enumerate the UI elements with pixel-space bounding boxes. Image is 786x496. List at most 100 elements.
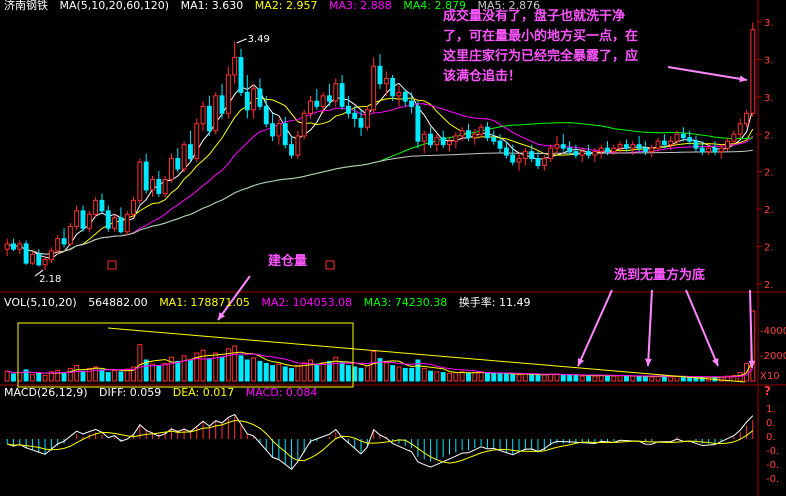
volume-bar	[118, 371, 124, 382]
volume-bar	[541, 374, 547, 382]
volume-bar	[270, 365, 276, 382]
volume-bar	[459, 371, 465, 382]
candle-body	[55, 238, 61, 252]
volume-bar	[466, 372, 471, 382]
volume-bar	[617, 374, 623, 382]
volume-bar	[320, 362, 326, 382]
volume-bar	[251, 357, 257, 382]
volume-bar	[605, 374, 610, 382]
candle-body	[510, 154, 516, 163]
price-ma-label: MA(5,10,20,60,120)	[59, 0, 170, 12]
volume-bar	[29, 374, 35, 382]
candle-body	[282, 123, 288, 146]
volume-bar	[668, 376, 674, 382]
volume-bar	[238, 355, 244, 382]
top-note-line: 成交量没有了，盘子也就洗干净	[443, 9, 626, 24]
candle-body	[560, 144, 566, 149]
candle-body	[516, 158, 522, 163]
candle-body	[503, 147, 509, 156]
candle-body	[48, 250, 54, 261]
candle-body	[592, 151, 598, 156]
candle-body	[459, 130, 465, 137]
volume-header: VOL(5,10,20) 564882.00 MA1: 178871.05 MA…	[4, 294, 539, 310]
vol-ma3: MA3: 74230.38	[363, 296, 448, 309]
volume-bar	[453, 372, 459, 382]
volume-bar	[86, 367, 92, 382]
macd-diff: DIFF: 0.059	[99, 386, 162, 399]
price-tick-label: 3.	[764, 18, 774, 29]
candle-body	[383, 77, 389, 85]
volume-bar	[447, 372, 452, 382]
volume-bar	[150, 363, 155, 382]
candle-body	[206, 105, 212, 132]
volume-tick-label: -4000	[760, 326, 786, 337]
candle-body	[497, 140, 503, 149]
volume-bar	[623, 375, 629, 382]
candle-body	[289, 144, 294, 156]
candle-body	[137, 161, 143, 201]
candle-body	[409, 100, 415, 107]
candle-body	[541, 158, 547, 167]
candle-body	[668, 140, 674, 146]
volume-bar	[510, 373, 516, 382]
top-note-line: 该满仓追击！	[443, 69, 522, 84]
volume-bar	[137, 344, 143, 382]
candle-body	[623, 144, 629, 149]
volume-bar	[579, 375, 585, 382]
volume-bar	[289, 367, 294, 382]
candle-body	[750, 29, 756, 114]
high-marker	[236, 38, 247, 44]
macd-tick-label: 1.	[766, 404, 776, 415]
candle-body	[428, 133, 434, 146]
volume-bar	[503, 373, 509, 382]
candle-body	[36, 253, 42, 266]
candle-body	[655, 140, 661, 149]
candle-body	[263, 105, 269, 125]
price-tick-label: 2.	[764, 168, 774, 179]
volume-bar	[232, 345, 238, 382]
candle-body	[661, 140, 667, 146]
candle-body	[200, 105, 206, 125]
volume-tick-label: X10	[760, 371, 780, 382]
volume-bar	[99, 369, 105, 382]
candle-body	[617, 144, 623, 149]
candle-body	[333, 83, 339, 102]
candle-body	[472, 133, 478, 139]
candle-body	[630, 144, 636, 149]
volume-bar	[598, 374, 604, 382]
macd-dea: DEA: 0.017	[172, 386, 235, 399]
volume-bar	[573, 374, 579, 382]
volume-bar	[263, 363, 269, 382]
volume-bar	[55, 370, 61, 382]
volume-bar	[472, 372, 478, 382]
candle-body	[744, 112, 749, 125]
volume-bar	[276, 363, 282, 382]
volume-bar	[636, 376, 642, 382]
candle-body	[301, 112, 307, 137]
candle-body	[308, 100, 313, 114]
candle-body	[270, 123, 276, 137]
candle-body	[466, 130, 471, 139]
volume-bar	[516, 374, 522, 382]
volume-bar	[484, 372, 490, 382]
candle-body	[67, 226, 73, 245]
candle-body	[42, 259, 48, 266]
candle-body	[219, 95, 225, 114]
volume-bar	[187, 359, 193, 382]
candle-body	[737, 123, 743, 135]
price-ma2: MA2: 2.957	[254, 0, 318, 12]
volume-bar	[4, 370, 10, 382]
price-tick-label: 3.	[764, 55, 774, 66]
wash-arrow	[577, 289, 613, 367]
top-note-line: 了，可在量最小的地方买一点，在	[443, 29, 639, 44]
candle-body	[415, 105, 421, 142]
volume-bar	[680, 376, 686, 382]
top-note: 成交量没有了，盘子也就洗干净 了，可在量最小的地方买一点，在 这里庄家行为已经完…	[443, 7, 638, 87]
stock-chart: 3. 3. 3. 2. 2. 2. 2. 2. 3.49 2.18 -4000 -2000 X10 1. 0…	[0, 0, 786, 496]
candle-body	[143, 161, 149, 191]
volume-bar	[206, 358, 212, 382]
candle-body	[156, 178, 162, 194]
price-tick-label: 2.	[764, 205, 774, 216]
volume-bar	[80, 370, 86, 382]
candle-body	[706, 147, 712, 153]
